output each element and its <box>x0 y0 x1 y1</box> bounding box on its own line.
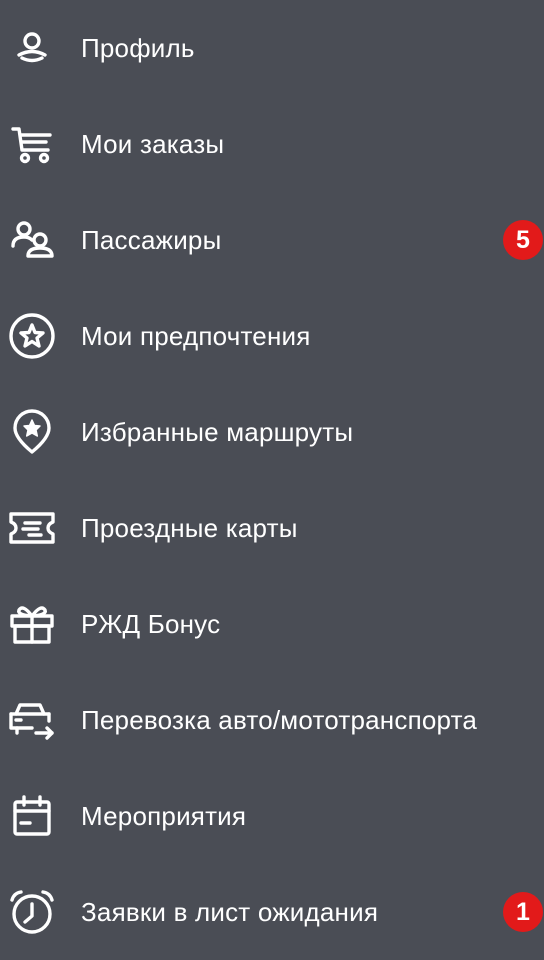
menu-item-label: Перевозка авто/мототранспорта <box>81 704 478 735</box>
car-transport-icon <box>8 696 56 744</box>
cart-icon <box>8 120 56 168</box>
menu-item-preferences[interactable]: Мои предпочтения <box>0 288 544 384</box>
menu-item-label: Пассажиры <box>81 224 222 255</box>
menu-item-label: РЖД Бонус <box>81 608 221 639</box>
star-pin-icon <box>8 408 56 456</box>
menu-item-passengers[interactable]: Пассажиры 5 <box>0 192 544 288</box>
star-circle-icon <box>8 312 56 360</box>
menu-item-profile[interactable]: Профиль <box>0 0 544 96</box>
menu-item-label: Мои предпочтения <box>81 320 311 351</box>
profile-icon <box>8 24 56 72</box>
notification-badge: 1 <box>503 892 543 932</box>
passengers-icon <box>8 216 56 264</box>
menu-item-vehicle-transport[interactable]: Перевозка авто/мототранспорта <box>0 672 544 768</box>
menu-item-label: Профиль <box>81 32 195 63</box>
alarm-clock-icon <box>8 888 56 936</box>
menu-item-my-orders[interactable]: Мои заказы <box>0 96 544 192</box>
menu-item-label: Заявки в лист ожидания <box>81 896 379 927</box>
notification-badge: 5 <box>503 220 543 260</box>
menu-item-rzd-bonus[interactable]: РЖД Бонус <box>0 576 544 672</box>
menu-item-label: Мои заказы <box>81 128 225 159</box>
navigation-menu: Профиль Мои заказы Пассажиры 5 Мои предп… <box>0 0 544 960</box>
menu-item-label: Мероприятия <box>81 800 247 831</box>
calendar-icon <box>8 792 56 840</box>
menu-item-label: Избранные маршруты <box>81 416 354 447</box>
menu-item-travel-cards[interactable]: Проездные карты <box>0 480 544 576</box>
gift-icon <box>8 600 56 648</box>
menu-item-favorite-routes[interactable]: Избранные маршруты <box>0 384 544 480</box>
ticket-card-icon <box>8 504 56 552</box>
menu-item-label: Проездные карты <box>81 512 298 543</box>
menu-item-waitlist-requests[interactable]: Заявки в лист ожидания 1 <box>0 864 544 960</box>
menu-item-events[interactable]: Мероприятия <box>0 768 544 864</box>
